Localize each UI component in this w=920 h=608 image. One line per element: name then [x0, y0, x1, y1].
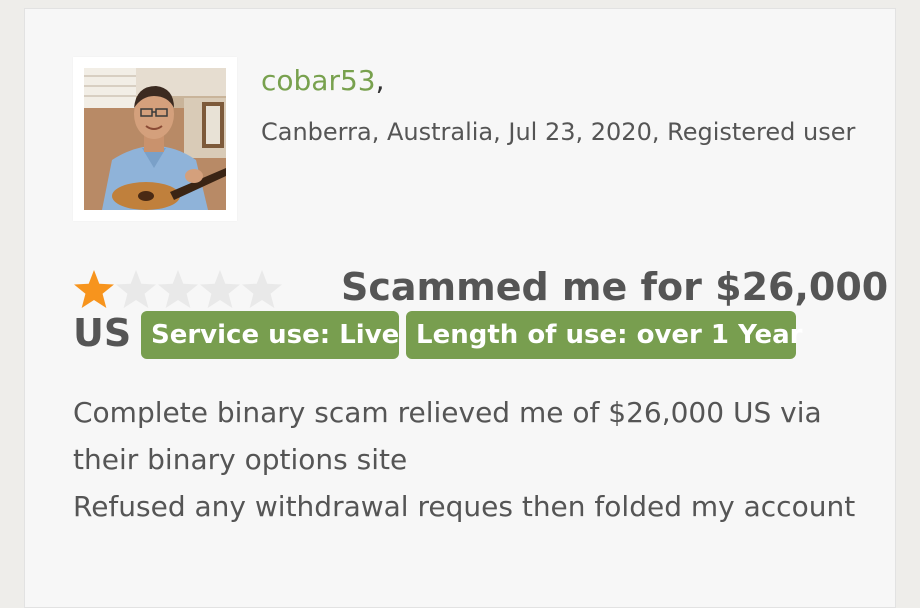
- avatar-photo: [84, 68, 226, 210]
- review-card: cobar53, Canberra, Australia, Jul 23, 20…: [24, 8, 896, 608]
- avatar[interactable]: [84, 68, 226, 210]
- review-header: Scammed me for $26,000 US Service use: L…: [73, 261, 888, 371]
- review-body-paragraph: Complete binary scam relieved me of $26,…: [73, 396, 822, 476]
- reviewer-name-line: cobar53,: [261, 61, 385, 101]
- avatar-frame: [73, 57, 237, 221]
- review-body: Complete binary scam relieved me of $26,…: [73, 389, 873, 530]
- reviewer-meta: Canberra, Australia, Jul 23, 2020, Regis…: [261, 118, 856, 146]
- star-empty-icon: [242, 270, 282, 308]
- review-title: Scammed me for $26,000: [341, 265, 889, 309]
- star-empty-icon: [200, 270, 240, 308]
- star-empty-icon: [116, 270, 156, 308]
- service-use-tag: Service use: Live: [141, 311, 399, 359]
- username-separator: ,: [375, 64, 385, 97]
- review-body-paragraph: Refused any withdrawal reques then folde…: [73, 490, 856, 523]
- length-of-use-tag: Length of use: over 1 Year: [406, 311, 803, 359]
- star-filled-icon: [74, 270, 114, 308]
- star-empty-icon: [158, 270, 198, 308]
- review-title-continuation: US: [73, 311, 132, 355]
- reviewer-username-link[interactable]: cobar53: [261, 64, 376, 97]
